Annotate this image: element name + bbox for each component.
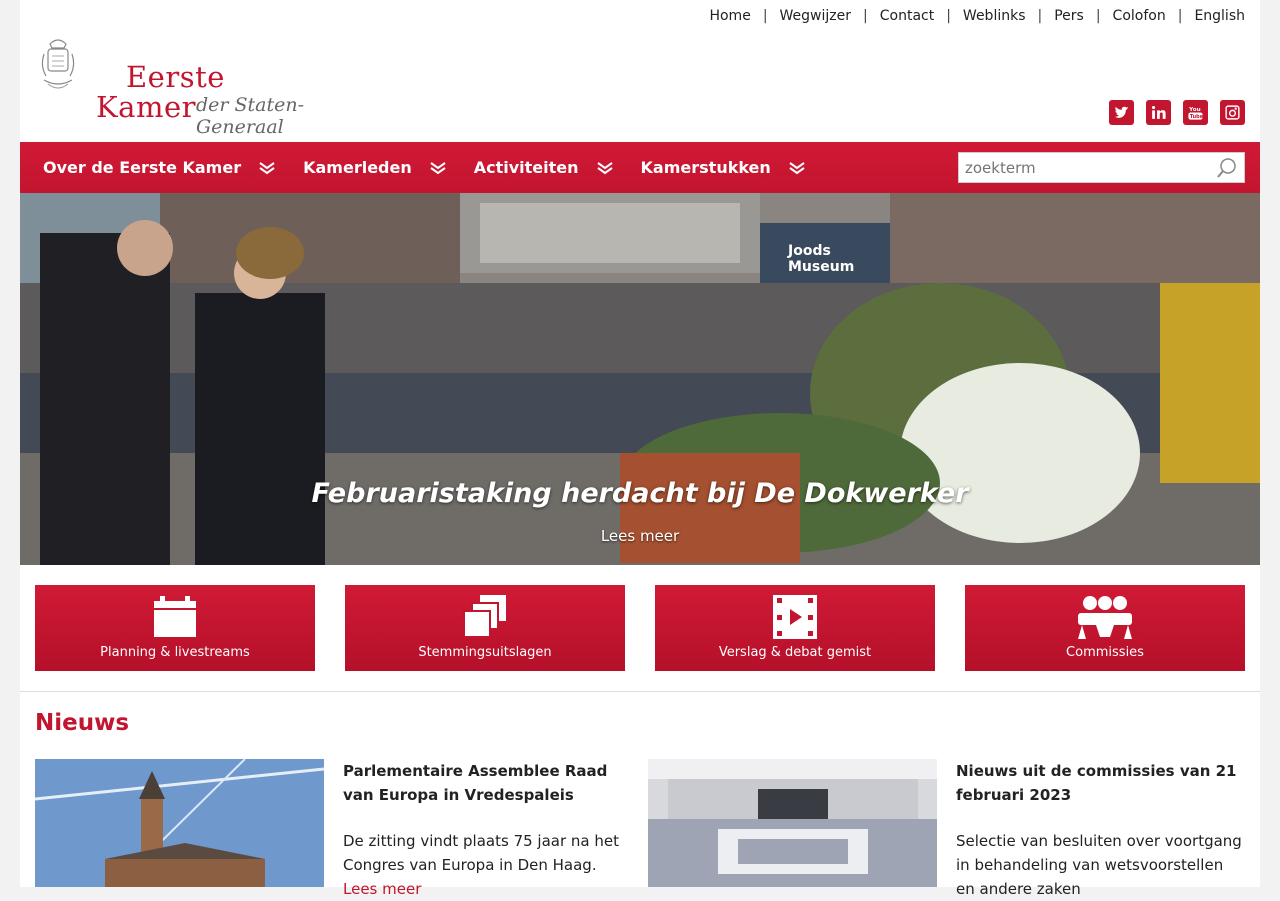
hero-read-more[interactable]: Lees meer xyxy=(20,527,1260,545)
divider xyxy=(20,691,1260,692)
news-title[interactable]: Parlementaire Assemblee Raad van Europa … xyxy=(343,759,633,807)
tile-label: Planning & livestreams xyxy=(100,645,250,660)
chevron-down-icon xyxy=(596,161,613,174)
hero-image: Joods Museum xyxy=(20,193,1260,565)
news-image[interactable] xyxy=(35,759,324,887)
search-box xyxy=(958,152,1245,183)
nav-item-kamerleden[interactable]: Kamerleden xyxy=(303,158,446,177)
tile-label: Commissies xyxy=(1066,645,1144,660)
top-link-home[interactable]: Home xyxy=(709,8,750,24)
nav-label: Activiteiten xyxy=(473,158,579,177)
chevron-down-icon xyxy=(259,161,275,174)
nav-label: Over de Eerste Kamer xyxy=(43,158,242,177)
chevron-down-icon xyxy=(789,161,805,174)
nav-item-over[interactable]: Over de Eerste Kamer xyxy=(43,158,275,177)
instagram-icon[interactable] xyxy=(1220,100,1245,125)
top-link-weblinks[interactable]: Weblinks xyxy=(963,8,1026,24)
tile-verslag[interactable]: Verslag & debat gemist xyxy=(655,585,935,671)
calendar-icon xyxy=(154,596,196,637)
film-icon xyxy=(773,595,817,639)
hero-title[interactable]: Februaristaking herdacht bij De Dokwerke… xyxy=(20,478,1260,509)
twitter-icon[interactable] xyxy=(1109,100,1134,125)
news-heading: Nieuws xyxy=(35,710,130,736)
news-text: Selectie van besluiten over voortgang in… xyxy=(956,829,1246,901)
search-input[interactable] xyxy=(965,157,1205,179)
nav-label: Kamerstukken xyxy=(640,158,771,177)
youtube-icon[interactable]: You Tube xyxy=(1183,100,1208,125)
nav-item-activiteiten[interactable]: Activiteiten xyxy=(474,158,613,177)
top-link-contact[interactable]: Contact xyxy=(880,8,934,24)
news-summary: De zitting vindt plaats 75 jaar na het C… xyxy=(343,832,619,874)
logo-line-2: Kamer xyxy=(96,90,196,124)
peace-palace-image xyxy=(35,759,324,887)
tile-label: Stemmingsuitslagen xyxy=(418,645,552,660)
logo-line-3: der Staten-Generaal xyxy=(196,94,305,138)
main-navigation: Over de Eerste Kamer Kamerleden Activite… xyxy=(20,142,1260,193)
nav-label: Kamerleden xyxy=(303,158,412,177)
tile-stemmingsuitslagen[interactable]: Stemmingsuitslagen xyxy=(345,585,625,671)
site-logo[interactable]: Eerste Kamer der Staten-Generaal xyxy=(40,34,360,138)
tile-commissies[interactable]: Commissies xyxy=(965,585,1245,671)
top-links: Home | Wegwijzer | Contact | Weblinks | Pers… xyxy=(709,8,1245,24)
page: Home | Wegwijzer | Contact | Weblinks | Pers… xyxy=(20,0,1260,898)
committee-room-image xyxy=(648,759,937,887)
svg-text:Joods: Joods xyxy=(787,243,831,259)
top-link-colofon[interactable]: Colofon xyxy=(1113,8,1166,24)
chevron-down-icon xyxy=(430,161,446,174)
news-summary: Selectie van besluiten over voortgang in… xyxy=(956,832,1242,898)
group-icon xyxy=(1078,596,1132,639)
svg-text:You: You xyxy=(1188,107,1201,113)
linkedin-icon[interactable] xyxy=(1146,100,1171,125)
logo-line-1: Eerste xyxy=(126,60,225,94)
top-link-wegwijzer[interactable]: Wegwijzer xyxy=(780,8,851,24)
tile-label: Verslag & debat gemist xyxy=(718,645,872,660)
social-links: You Tube xyxy=(1109,100,1245,125)
news-text: De zitting vindt plaats 75 jaar na het C… xyxy=(343,829,633,901)
top-link-pers[interactable]: Pers xyxy=(1054,8,1084,24)
svg-text:Museum: Museum xyxy=(788,259,854,275)
stacked-cards-icon xyxy=(463,595,506,638)
news-image[interactable] xyxy=(648,759,937,887)
quick-links: Planning & livestreams Stemmingsuitslage… xyxy=(35,585,1245,671)
svg-text:Tube: Tube xyxy=(1190,114,1204,120)
hero-banner[interactable]: Joods Museum Februaristaking herdacht bi… xyxy=(20,193,1260,565)
tile-planning[interactable]: Planning & livestreams xyxy=(35,585,315,671)
crest-icon xyxy=(41,39,75,89)
news-read-more[interactable]: Lees meer xyxy=(343,880,421,898)
news-title[interactable]: Nieuws uit de commissies van 21 februari… xyxy=(956,759,1246,807)
nav-item-kamerstukken[interactable]: Kamerstukken xyxy=(641,158,805,177)
search-icon[interactable] xyxy=(1216,157,1238,179)
top-link-english[interactable]: English xyxy=(1194,8,1245,24)
